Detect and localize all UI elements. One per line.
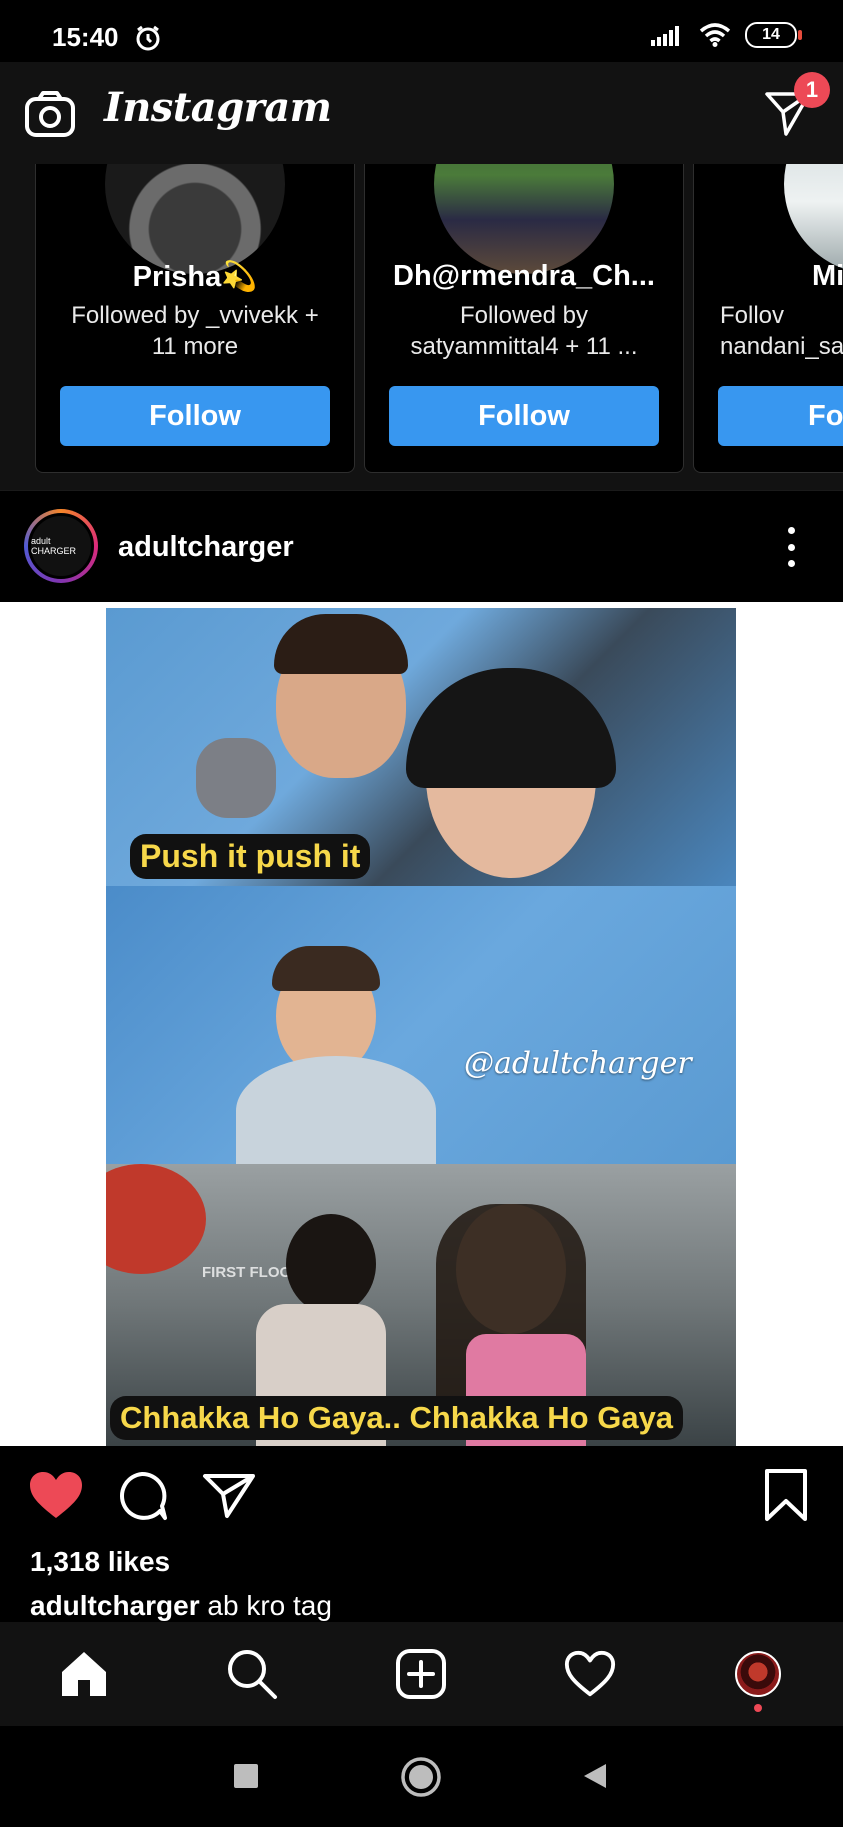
post-actions: 1,318 likes adultcharger ab kro tag bbox=[0, 1446, 843, 1622]
suggestion-followed-by: Followed by satyammittal4 + 11 ... bbox=[410, 302, 638, 360]
follow-button[interactable]: Fo bbox=[718, 386, 843, 446]
profile-notification-dot bbox=[754, 1704, 762, 1712]
battery-indicator: 14 bbox=[745, 22, 802, 48]
meme-panel-middle: @adultcharger bbox=[106, 886, 736, 1164]
search-icon bbox=[228, 1650, 277, 1699]
meme-caption-top: Push it push it bbox=[130, 834, 371, 879]
like-heart-icon[interactable] bbox=[28, 1470, 84, 1520]
system-nav-bar bbox=[0, 1726, 843, 1827]
meme-panel-top: Push it push it bbox=[106, 608, 736, 886]
meme-panel-bottom: FIRST FLOOR Chhakka Ho Gaya.. Chhakka Ho… bbox=[106, 1164, 736, 1446]
caption-username[interactable]: adultcharger bbox=[30, 1590, 200, 1621]
home-icon bbox=[62, 1652, 106, 1696]
suggestion-name[interactable]: Mi bbox=[812, 260, 843, 293]
activity-icon bbox=[564, 1650, 616, 1697]
system-home-icon[interactable] bbox=[400, 1756, 442, 1798]
nav-activity[interactable] bbox=[562, 1646, 618, 1702]
meme-caption-bottom: Chhakka Ho Gaya.. Chhakka Ho Gaya bbox=[110, 1396, 684, 1440]
nav-new-post[interactable] bbox=[393, 1646, 449, 1702]
nav-home[interactable] bbox=[56, 1646, 112, 1702]
status-icons: 14 bbox=[651, 22, 802, 48]
suggestion-card[interactable]: Mi Follov nandani_sa Fo bbox=[693, 164, 843, 473]
back-icon[interactable] bbox=[582, 1762, 608, 1790]
avatar[interactable] bbox=[434, 164, 614, 274]
nav-search[interactable] bbox=[224, 1646, 280, 1702]
post-header: adult CHARGER adultcharger bbox=[0, 490, 843, 603]
avatar[interactable] bbox=[784, 164, 843, 274]
suggestion-card[interactable]: Prisha💫 Followed by _vvivekk + 11 more F… bbox=[35, 164, 355, 473]
alarm-icon bbox=[136, 25, 160, 51]
signal-icon bbox=[651, 26, 679, 46]
post-image[interactable]: Push it push it @adultcharger FIRST FLOO… bbox=[106, 608, 736, 1446]
suggestion-name[interactable]: Dh@rmendra_Ch... bbox=[365, 260, 683, 293]
follow-button[interactable]: Follow bbox=[389, 386, 659, 446]
bottom-nav bbox=[0, 1622, 843, 1726]
more-options-icon[interactable] bbox=[778, 521, 804, 573]
app-title: Instagram bbox=[104, 84, 332, 131]
status-time: 15:40 bbox=[52, 22, 119, 52]
follow-button[interactable]: Follow bbox=[60, 386, 330, 446]
share-icon[interactable] bbox=[202, 1470, 256, 1520]
post-caption: adultcharger ab kro tag bbox=[30, 1590, 332, 1622]
likes-count[interactable]: 1,318 likes bbox=[30, 1546, 170, 1578]
recents-icon[interactable] bbox=[234, 1764, 258, 1788]
meme-watermark: @adultcharger bbox=[464, 1046, 692, 1081]
camera-icon[interactable] bbox=[24, 90, 76, 138]
nav-profile[interactable] bbox=[730, 1646, 786, 1702]
new-post-icon bbox=[396, 1649, 446, 1699]
status-bar: 15:40 14 bbox=[0, 0, 843, 62]
dm-badge: 1 bbox=[794, 72, 830, 108]
suggestion-followed-by: Follov nandani_sa bbox=[720, 302, 843, 360]
caption-text: ab kro tag bbox=[207, 1590, 332, 1621]
bookmark-icon[interactable] bbox=[764, 1468, 808, 1522]
post-avatar[interactable]: adult CHARGER bbox=[24, 509, 98, 583]
wifi-icon bbox=[699, 23, 731, 47]
comment-icon[interactable] bbox=[116, 1470, 168, 1522]
app-header: Instagram 1 bbox=[0, 62, 843, 164]
avatar[interactable] bbox=[105, 164, 285, 274]
suggestion-name[interactable]: Prisha💫 bbox=[36, 260, 354, 294]
suggested-accounts-carousel[interactable]: Prisha💫 Followed by _vvivekk + 11 more F… bbox=[0, 164, 843, 490]
avatar-logo: adult CHARGER bbox=[28, 513, 94, 579]
suggestion-followed-by: Followed by _vvivekk + 11 more bbox=[71, 302, 319, 360]
suggestion-card[interactable]: Dh@rmendra_Ch... Followed by satyammitta… bbox=[364, 164, 684, 473]
profile-icon bbox=[735, 1651, 781, 1697]
post-username[interactable]: adultcharger bbox=[118, 531, 294, 564]
